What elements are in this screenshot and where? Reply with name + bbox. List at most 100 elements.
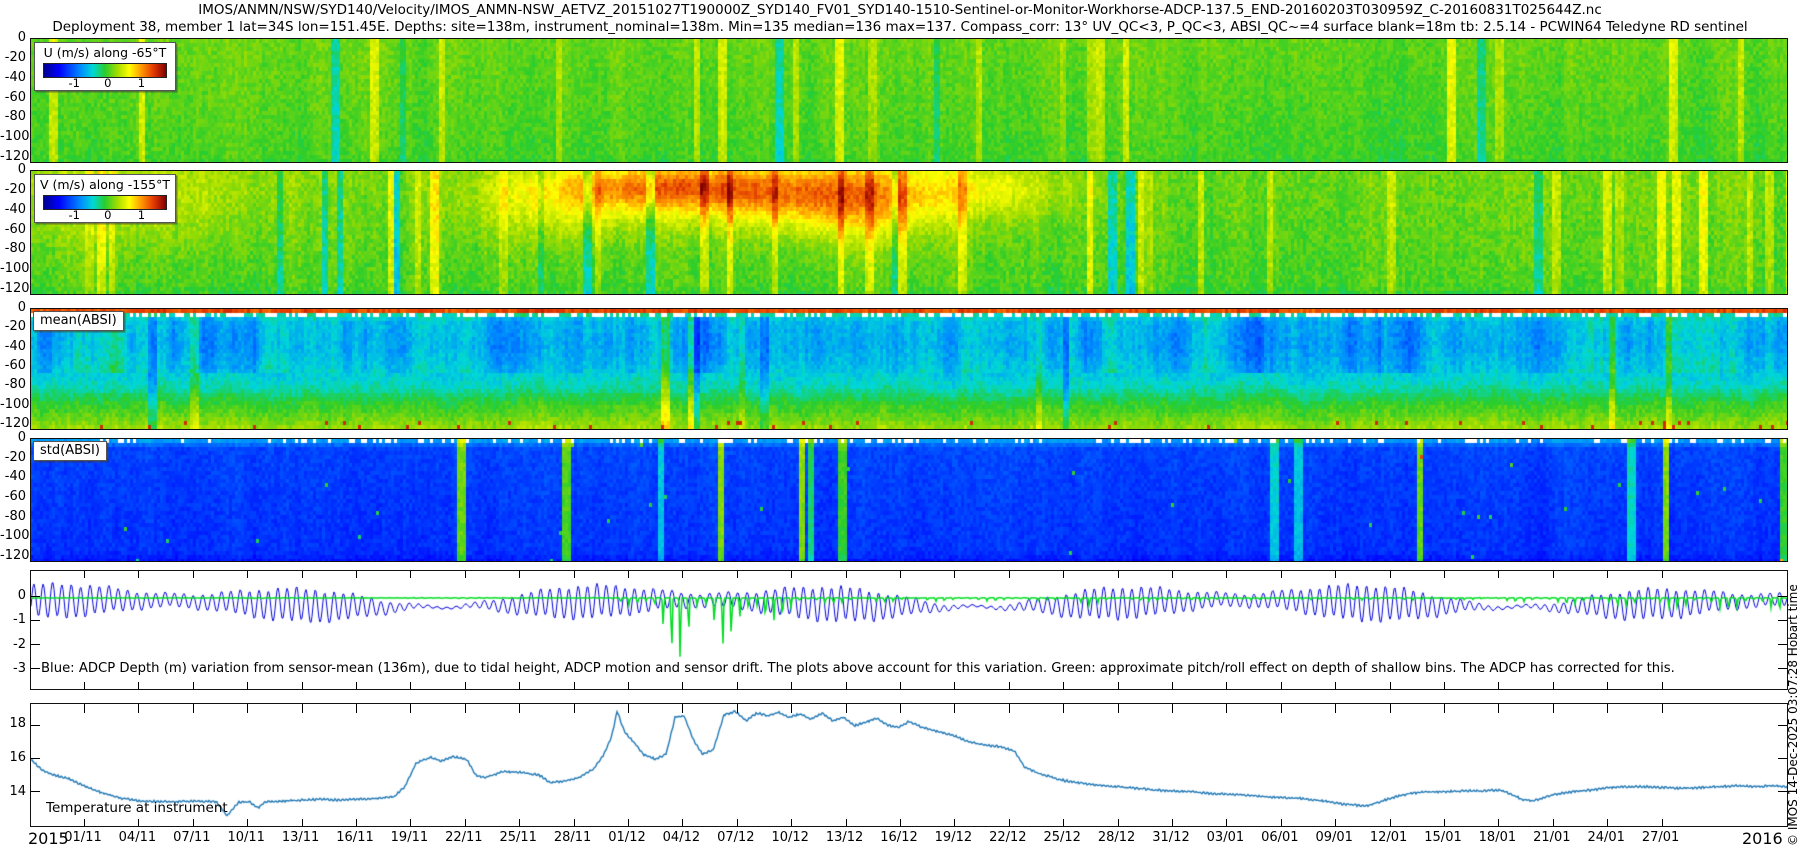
x-axis-year-end: 2016 bbox=[1742, 829, 1783, 848]
x-tick-label: 13/11 bbox=[282, 830, 319, 845]
x-tick-mark bbox=[1553, 682, 1554, 689]
x-tick-mark bbox=[1335, 571, 1336, 578]
x-tick-mark bbox=[1607, 819, 1608, 826]
x-tick-mark bbox=[954, 819, 955, 826]
x-tick-mark bbox=[1281, 571, 1282, 578]
std-absi-heatmap bbox=[31, 439, 1787, 561]
v-colorbar-legend: V (m/s) along -155°T -1 0 1 bbox=[34, 174, 176, 223]
y-tick-label-temperature: 14 bbox=[0, 784, 26, 799]
x-tick-mark bbox=[737, 571, 738, 578]
y-tick-label-depth: 0 bbox=[0, 162, 26, 177]
x-tick-mark bbox=[846, 704, 847, 713]
x-tick-mark bbox=[193, 571, 194, 578]
x-tick-mark bbox=[1281, 682, 1282, 689]
u-colorbar-legend: U (m/s) along -65°T -1 0 1 bbox=[34, 42, 176, 91]
x-tick-mark bbox=[1553, 704, 1554, 713]
x-tick-mark bbox=[574, 682, 575, 689]
y-tick-label-depth: -120 bbox=[0, 548, 26, 563]
x-tick-mark bbox=[954, 704, 955, 713]
x-tick-mark bbox=[1009, 704, 1010, 713]
x-tick-mark bbox=[519, 571, 520, 578]
x-tick-mark bbox=[900, 571, 901, 578]
x-tick-label: 28/11 bbox=[554, 830, 591, 845]
x-tick-label: 03/01 bbox=[1207, 830, 1244, 845]
y-tick-label-depth: -120 bbox=[0, 281, 26, 296]
x-tick-label: 19/11 bbox=[391, 830, 428, 845]
u-colorbar-tick: 1 bbox=[138, 76, 145, 90]
x-tick-mark bbox=[1226, 571, 1227, 578]
x-tick-mark bbox=[1607, 571, 1608, 578]
v-colorbar-tick: 1 bbox=[138, 208, 145, 222]
y-tick-label-temperature: 16 bbox=[0, 750, 26, 765]
x-tick-mark bbox=[1118, 704, 1119, 713]
y-tick-label-depth: -100 bbox=[0, 397, 26, 412]
x-tick-label: 01/12 bbox=[608, 830, 645, 845]
y-tick-mark bbox=[1778, 644, 1787, 645]
x-tick-mark bbox=[791, 704, 792, 713]
x-tick-mark bbox=[1063, 682, 1064, 689]
x-tick-mark bbox=[356, 571, 357, 578]
x-tick-label: 01/11 bbox=[64, 830, 101, 845]
y-tick-label-depth: 0 bbox=[0, 430, 26, 445]
x-tick-mark bbox=[682, 819, 683, 826]
x-tick-mark bbox=[1172, 571, 1173, 578]
x-tick-mark bbox=[1172, 682, 1173, 689]
v-colorbar-tick: -1 bbox=[68, 208, 79, 222]
x-tick-mark bbox=[138, 682, 139, 689]
x-tick-mark bbox=[247, 819, 248, 826]
x-tick-mark bbox=[1063, 819, 1064, 826]
y-tick-mark bbox=[1778, 758, 1787, 759]
panel-temperature: Temperature at instrument bbox=[30, 703, 1788, 827]
x-tick-label: 19/12 bbox=[935, 830, 972, 845]
y-tick-label-depth: -40 bbox=[0, 469, 26, 484]
mean-absi-heatmap bbox=[31, 309, 1787, 429]
x-tick-mark bbox=[1498, 571, 1499, 578]
x-tick-mark bbox=[1607, 704, 1608, 713]
y-tick-label-temperature: 18 bbox=[0, 716, 26, 731]
x-tick-mark bbox=[1662, 704, 1663, 713]
x-tick-mark bbox=[1662, 682, 1663, 689]
x-tick-mark bbox=[682, 704, 683, 713]
y-tick-label-depth: -20 bbox=[0, 319, 26, 334]
temperature-label: Temperature at instrument bbox=[46, 800, 228, 816]
y-tick-label-depth: -120 bbox=[0, 416, 26, 431]
y-tick-label-depth: -20 bbox=[0, 50, 26, 65]
x-tick-mark bbox=[791, 571, 792, 578]
v-colorbar-tick: 0 bbox=[104, 208, 111, 222]
x-tick-mark bbox=[1498, 819, 1499, 826]
x-tick-mark bbox=[846, 819, 847, 826]
x-tick-mark bbox=[574, 819, 575, 826]
y-tick-label-depth: -60 bbox=[0, 358, 26, 373]
x-tick-mark bbox=[302, 571, 303, 578]
y-tick-label-depth: -60 bbox=[0, 90, 26, 105]
y-tick-label-depth: -20 bbox=[0, 450, 26, 465]
x-tick-mark bbox=[1226, 704, 1227, 713]
y-tick-label-depth: -80 bbox=[0, 377, 26, 392]
x-tick-mark bbox=[1335, 682, 1336, 689]
x-tick-mark bbox=[1226, 682, 1227, 689]
y-tick-mark bbox=[1778, 668, 1787, 669]
panel-v-velocity: V (m/s) along -155°T -1 0 1 bbox=[30, 170, 1788, 295]
x-tick-mark bbox=[465, 704, 466, 713]
x-tick-mark bbox=[1118, 819, 1119, 826]
y-tick-label-depth: -80 bbox=[0, 109, 26, 124]
x-tick-label: 04/11 bbox=[119, 830, 156, 845]
v-legend-title: V (m/s) along -155°T bbox=[35, 175, 175, 192]
x-tick-label: 06/01 bbox=[1261, 830, 1298, 845]
x-tick-mark bbox=[84, 682, 85, 689]
x-tick-mark bbox=[302, 704, 303, 713]
panel-depth-variation: Blue: ADCP Depth (m) variation from sens… bbox=[30, 570, 1788, 690]
x-tick-mark bbox=[628, 819, 629, 826]
y-tick-label-depth-line: -1 bbox=[0, 612, 26, 627]
x-tick-mark bbox=[1118, 682, 1119, 689]
x-tick-mark bbox=[1009, 819, 1010, 826]
x-tick-mark bbox=[410, 819, 411, 826]
y-tick-mark bbox=[31, 668, 40, 669]
x-tick-mark bbox=[1335, 819, 1336, 826]
x-tick-mark bbox=[84, 571, 85, 578]
y-tick-label-depth: -20 bbox=[0, 182, 26, 197]
x-tick-mark bbox=[791, 682, 792, 689]
y-tick-label-depth: -40 bbox=[0, 202, 26, 217]
x-tick-mark bbox=[1009, 571, 1010, 578]
x-tick-mark bbox=[1444, 819, 1445, 826]
